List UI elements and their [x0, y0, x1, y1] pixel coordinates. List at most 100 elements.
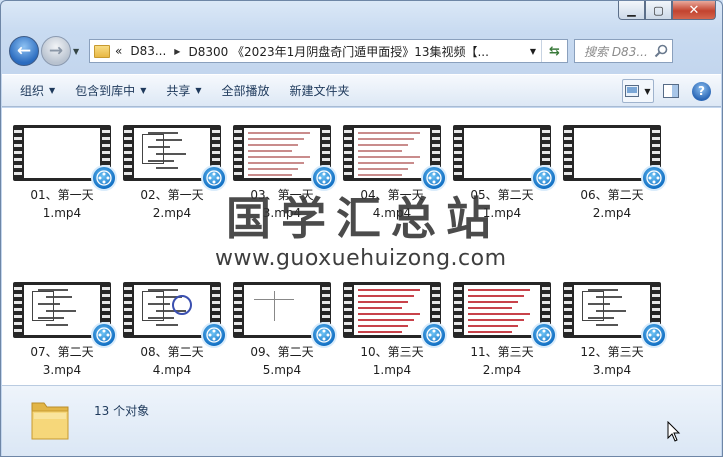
- new-folder-button[interactable]: 新建文件夹: [280, 79, 360, 103]
- film-strip-edge: [564, 128, 572, 178]
- file-name: 07、第二天 3.mp4: [10, 343, 114, 379]
- file-item[interactable]: 02、第一天 2.mp4: [120, 125, 227, 222]
- film-strip-edge: [234, 128, 242, 178]
- file-name: 12、第三天 3.mp4: [560, 343, 664, 379]
- search-placeholder: 搜索 D83...: [584, 44, 648, 59]
- forward-arrow-icon: →: [48, 41, 64, 61]
- breadcrumb-item[interactable]: D83...: [130, 44, 166, 58]
- video-thumbnail: [453, 125, 557, 191]
- watermark-url: www.guoxuehuizong.com: [215, 246, 507, 271]
- view-icon: [625, 85, 640, 97]
- change-view-button[interactable]: ▼: [622, 79, 654, 103]
- search-input[interactable]: 搜索 D83...: [574, 39, 673, 63]
- file-name-line2: 2.mp4: [482, 363, 522, 377]
- organize-menu[interactable]: 组织 ▼: [10, 79, 65, 103]
- video-frame: [24, 285, 100, 335]
- video-thumbnail: [343, 125, 447, 191]
- video-thumbnail: [13, 125, 117, 191]
- video-thumbnail: [563, 125, 667, 191]
- file-item[interactable]: 06、第二天 2.mp4: [560, 125, 667, 222]
- preview-pane-icon: [663, 84, 679, 98]
- folder-icon: [31, 402, 69, 440]
- chevron-down-icon: ▼: [140, 86, 147, 95]
- file-item[interactable]: 12、第三天 3.mp4: [560, 282, 667, 379]
- help-icon: ?: [698, 84, 705, 98]
- video-frame: [354, 128, 430, 178]
- media-player-icon: [531, 322, 557, 348]
- video-thumbnail: [453, 282, 557, 348]
- film-strip-edge: [124, 128, 132, 178]
- recent-pages-dropdown[interactable]: ▼: [73, 47, 85, 56]
- video-thumbnail: [563, 282, 667, 348]
- address-bar[interactable]: « D83... ▶ D8300 《2023年1月阴盘奇门遁甲面授》13集视频【…: [89, 39, 568, 63]
- play-all-button[interactable]: 全部播放: [212, 79, 280, 103]
- explorer-window: ▁ ▢ ✕ ← → ▼ « D83... ▶ D8300 《2023年1月阴盘奇…: [0, 0, 723, 457]
- file-item[interactable]: 09、第二天 5.mp4: [230, 282, 337, 379]
- back-button[interactable]: ←: [9, 36, 39, 66]
- refresh-icon: ⇆: [549, 43, 560, 59]
- film-strip-edge: [454, 128, 462, 178]
- file-name: 01、第一天 1.mp4: [10, 186, 114, 222]
- file-name-line2: 4.mp4: [152, 363, 192, 377]
- help-button[interactable]: ?: [692, 81, 711, 101]
- video-frame: [464, 128, 540, 178]
- media-player-icon: [641, 322, 667, 348]
- file-item[interactable]: 07、第二天 3.mp4: [10, 282, 117, 379]
- file-name: 08、第二天 4.mp4: [120, 343, 224, 379]
- video-frame: [244, 285, 320, 335]
- caption-buttons: ▁ ▢ ✕: [618, 1, 716, 20]
- include-in-library-menu[interactable]: 包含到库中 ▼: [65, 79, 156, 103]
- film-strip-edge: [344, 285, 352, 335]
- video-frame: [354, 285, 430, 335]
- play-all-label: 全部播放: [221, 84, 270, 98]
- new-folder-label: 新建文件夹: [289, 84, 350, 98]
- video-frame: [574, 285, 650, 335]
- breadcrumb-chevron-icon[interactable]: ▶: [174, 47, 180, 56]
- share-label: 共享: [166, 84, 191, 98]
- breadcrumb-item[interactable]: D8300 《2023年1月阴盘奇门遁甲面授》13集视频【...: [188, 43, 488, 60]
- film-strip-edge: [344, 128, 352, 178]
- file-item[interactable]: 08、第二天 4.mp4: [120, 282, 227, 379]
- file-item[interactable]: 01、第一天 1.mp4: [10, 125, 117, 222]
- back-arrow-icon: ←: [16, 41, 32, 61]
- file-name-line2: 1.mp4: [372, 363, 412, 377]
- command-bar: 组织 ▼ 包含到库中 ▼ 共享 ▼ 全部播放 新建文件夹 ▼ ?: [2, 74, 721, 107]
- film-strip-edge: [14, 285, 22, 335]
- file-name-line2: 2.mp4: [152, 206, 192, 220]
- share-menu[interactable]: 共享 ▼: [156, 79, 211, 103]
- video-thumbnail: [123, 125, 227, 191]
- file-name: 11、第三天 2.mp4: [450, 343, 554, 379]
- file-item[interactable]: 10、第三天 1.mp4: [340, 282, 447, 379]
- organize-label: 组织: [20, 84, 45, 98]
- file-name-line2: 3.mp4: [592, 363, 632, 377]
- address-history-dropdown[interactable]: ▼: [525, 47, 541, 56]
- film-strip-edge: [564, 285, 572, 335]
- media-player-icon: [201, 165, 227, 191]
- forward-button[interactable]: →: [41, 36, 71, 66]
- file-name-line2: 1.mp4: [42, 206, 82, 220]
- film-strip-edge: [14, 128, 22, 178]
- minimize-button[interactable]: ▁: [618, 1, 645, 20]
- file-name: 06、第二天 2.mp4: [560, 186, 664, 222]
- video-frame: [134, 128, 210, 178]
- folder-icon: [94, 44, 110, 58]
- refresh-button[interactable]: ⇆: [541, 40, 567, 62]
- file-item[interactable]: 11、第三天 2.mp4: [450, 282, 557, 379]
- breadcrumb-overflow[interactable]: «: [115, 44, 122, 58]
- video-thumbnail: [343, 282, 447, 348]
- preview-pane-button[interactable]: [660, 80, 682, 102]
- file-name-line2: 5.mp4: [262, 363, 302, 377]
- film-strip-edge: [234, 285, 242, 335]
- media-player-icon: [91, 165, 117, 191]
- include-in-library-label: 包含到库中: [75, 84, 136, 98]
- media-player-icon: [421, 322, 447, 348]
- navigation-bar: ← → ▼ « D83... ▶ D8300 《2023年1月阴盘奇门遁甲面授》…: [9, 33, 716, 69]
- media-player-icon: [531, 165, 557, 191]
- file-name: 02、第一天 2.mp4: [120, 186, 224, 222]
- media-player-icon: [641, 165, 667, 191]
- search-icon: [654, 44, 668, 58]
- media-player-icon: [311, 322, 337, 348]
- file-name: 09、第二天 5.mp4: [230, 343, 334, 379]
- close-button[interactable]: ✕: [672, 1, 716, 20]
- maximize-button[interactable]: ▢: [645, 1, 672, 20]
